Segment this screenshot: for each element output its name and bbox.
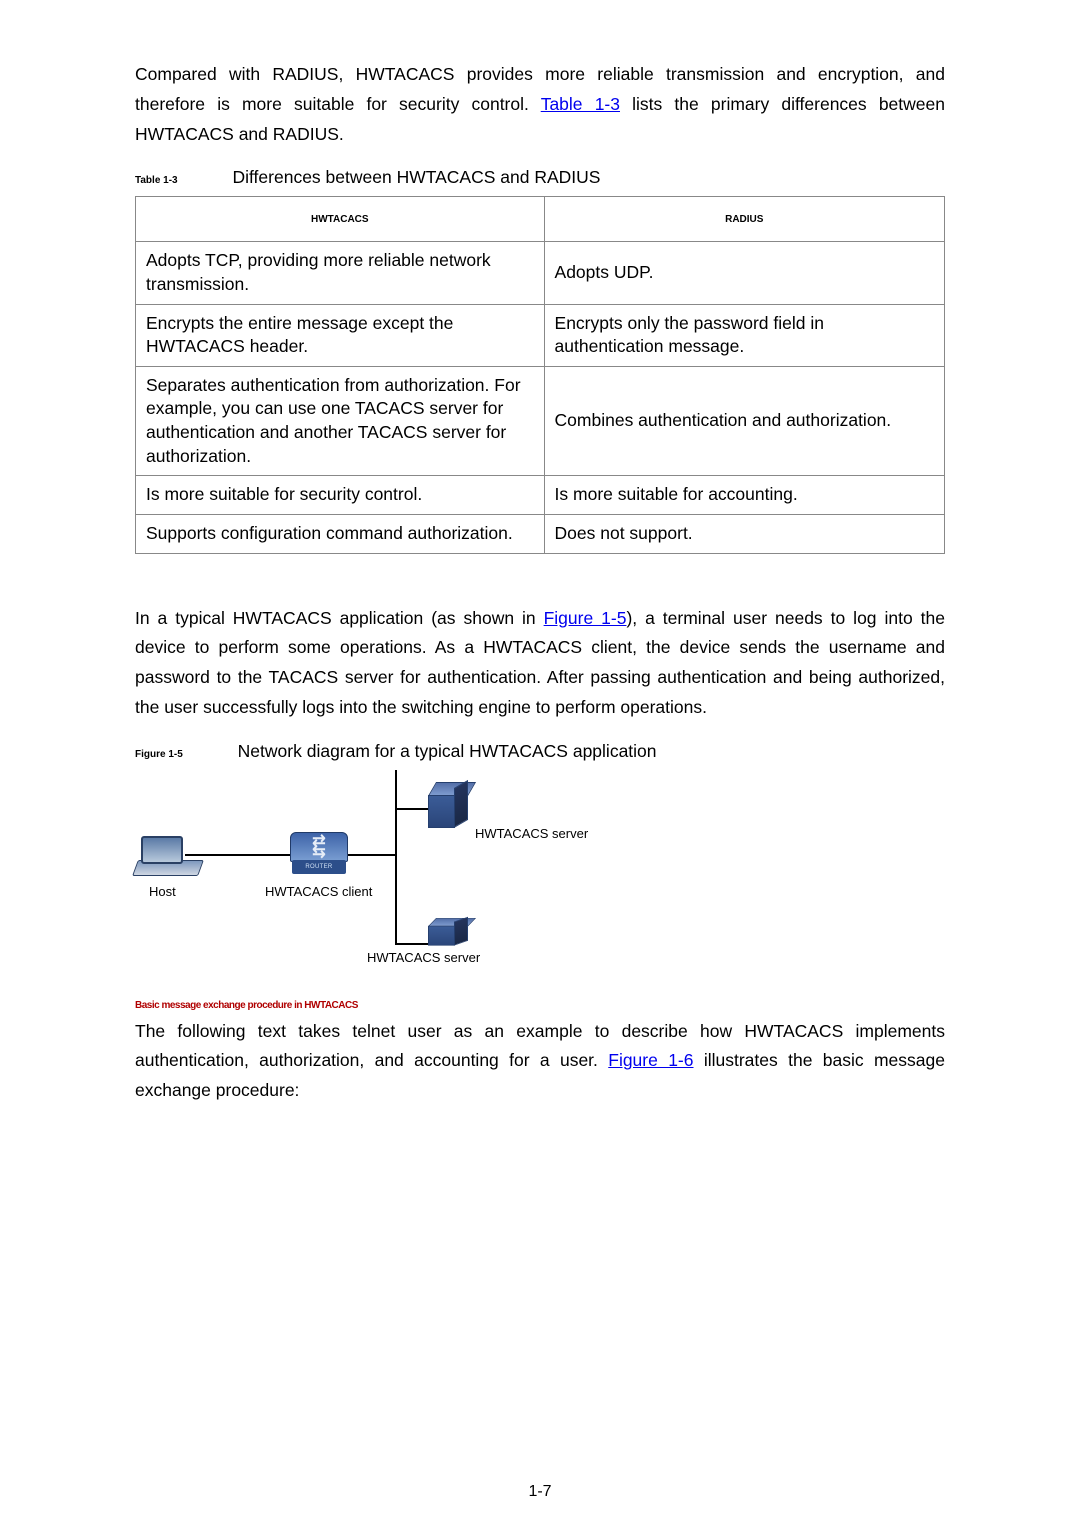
server-bottom-label: HWTACACS server xyxy=(367,950,480,965)
table-row: Supports configuration command authoriza… xyxy=(136,514,945,553)
table-cell: Separates authentication from authorizat… xyxy=(136,366,545,476)
table-cell: Is more suitable for security control. xyxy=(136,476,545,515)
network-link-vertical xyxy=(395,770,397,945)
network-link-router-trunk xyxy=(340,854,396,856)
figure-caption: Figure 1-5 Network diagram for a typical… xyxy=(135,741,945,762)
table-cell: Adopts TCP, providing more reliable netw… xyxy=(136,242,545,304)
mid-text-1: In a typical HWTACACS application (as sh… xyxy=(135,608,544,628)
table-row: Is more suitable for security control. I… xyxy=(136,476,945,515)
figure-1-5-link[interactable]: Figure 1-5 xyxy=(544,608,627,628)
server-icon xyxy=(428,782,468,828)
network-link-host-router xyxy=(185,854,300,856)
table-1-3-link[interactable]: Table 1-3 xyxy=(541,94,620,114)
table-header-radius: RADIUS xyxy=(544,197,944,242)
mid-paragraph: In a typical HWTACACS application (as sh… xyxy=(135,604,945,723)
table-cell: Is more suitable for accounting. xyxy=(544,476,944,515)
router-badge: ROUTER xyxy=(290,864,348,870)
network-link-server-top xyxy=(395,808,430,810)
server-top-label: HWTACACS server xyxy=(475,826,588,841)
table-cell: Encrypts only the password field in auth… xyxy=(544,304,944,366)
network-diagram: Host ⇄⇆ ROUTER HWTACACS client HWTACACS … xyxy=(135,770,945,960)
host-label: Host xyxy=(149,884,176,899)
table-caption-text: Differences between HWTACACS and RADIUS xyxy=(232,167,600,187)
network-link-server-bottom-h xyxy=(395,943,430,945)
server-icon xyxy=(428,918,468,946)
table-cell: Combines authentication and authorizatio… xyxy=(544,366,944,476)
host-icon xyxy=(135,836,199,874)
table-row: Encrypts the entire message except the H… xyxy=(136,304,945,366)
table-cell: Adopts UDP. xyxy=(544,242,944,304)
figure-1-6-link[interactable]: Figure 1-6 xyxy=(608,1050,693,1070)
figure-caption-number: Figure 1-5 xyxy=(135,749,183,760)
table-row: Adopts TCP, providing more reliable netw… xyxy=(136,242,945,304)
differences-table: HWTACACS RADIUS Adopts TCP, providing mo… xyxy=(135,196,945,553)
page-number: 1-7 xyxy=(0,1483,1080,1501)
page: Compared with RADIUS, HWTACACS provides … xyxy=(0,0,1080,1527)
table-header-hwtacacs: HWTACACS xyxy=(136,197,545,242)
router-icon: ⇄⇆ ROUTER xyxy=(290,832,348,878)
table-caption: Table 1-3 Differences between HWTACACS a… xyxy=(135,167,945,188)
table-cell: Does not support. xyxy=(544,514,944,553)
tail-paragraph: The following text takes telnet user as … xyxy=(135,1017,945,1106)
intro-paragraph: Compared with RADIUS, HWTACACS provides … xyxy=(135,60,945,149)
section-heading: Basic message exchange procedure in HWTA… xyxy=(135,1000,945,1011)
table-cell: Supports configuration command authoriza… xyxy=(136,514,545,553)
figure-caption-text: Network diagram for a typical HWTACACS a… xyxy=(238,741,657,761)
table-cell: Encrypts the entire message except the H… xyxy=(136,304,545,366)
table-row: Separates authentication from authorizat… xyxy=(136,366,945,476)
table-caption-number: Table 1-3 xyxy=(135,175,178,186)
client-label: HWTACACS client xyxy=(265,884,372,899)
